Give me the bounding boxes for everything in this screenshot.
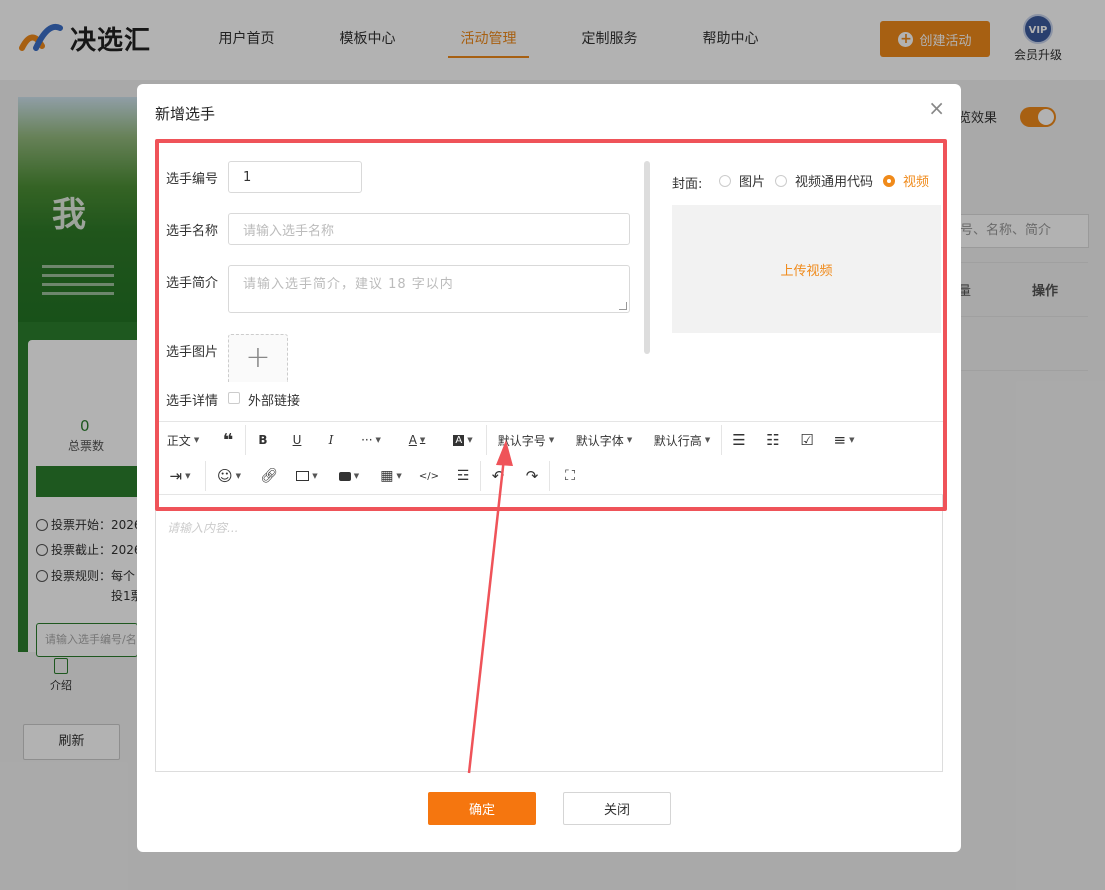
radio-icon	[719, 174, 731, 187]
todo-checkbox-icon[interactable]: ☑	[790, 422, 824, 458]
player-name-label: 选手名称	[166, 224, 219, 239]
cover-option-image[interactable]: 图片	[719, 171, 765, 190]
line-height-label: 默认行高	[653, 433, 702, 448]
font-size-dropdown[interactable]: 默认字号 ▼	[487, 422, 565, 458]
rich-text-editor[interactable]: 请输入内容...	[155, 495, 943, 772]
background-color-icon[interactable]: A ▼	[440, 422, 486, 458]
underline-icon[interactable]: U	[280, 422, 314, 458]
font-family-label: 默认字体	[575, 433, 624, 448]
toolbar-row-1: 正文 ▼ ❝ B U I ··· ▼ A ▼ A ▼ 默认字号 ▼ 默认字体 ▼ 默认行高 ▼…	[155, 422, 864, 458]
numbered-list-icon[interactable]: ☷	[756, 422, 790, 458]
player-intro-textarea[interactable]: 请输入选手简介，建议 18 字以内	[228, 265, 630, 313]
emoji-icon[interactable]: ☺ ▼	[206, 458, 252, 494]
radio-icon	[775, 174, 788, 187]
code-icon[interactable]: </>	[412, 458, 446, 494]
external-link-label[interactable]: 外部链接	[248, 390, 300, 409]
modal-title: 新增选手	[155, 105, 216, 123]
cover-radio-group: 图片 视频通用代码 视频	[719, 171, 939, 190]
editor-placeholder: 请输入内容...	[167, 521, 239, 535]
bullet-list-icon[interactable]: ☰	[722, 422, 756, 458]
cover-label: 封面:	[672, 177, 703, 192]
cover-option-embed-code-label: 视频通用代码	[795, 175, 874, 190]
align-icon[interactable]: ≡ ▼	[824, 422, 864, 458]
editor-toolbar: 正文 ▼ ❝ B U I ··· ▼ A ▼ A ▼ 默认字号 ▼ 默认字体 ▼ 默认行高 ▼…	[155, 421, 943, 495]
link-icon[interactable]: 🔗︎	[252, 458, 286, 494]
paragraph-format-label: 正文	[166, 433, 191, 448]
confirm-button[interactable]: 确定	[428, 792, 536, 825]
divider-line-icon[interactable]: ☲	[446, 458, 480, 494]
close-icon[interactable]: ×	[928, 98, 945, 118]
quote-icon[interactable]: ❝	[211, 422, 245, 458]
player-number-input[interactable]: 1	[228, 161, 362, 193]
close-button[interactable]: 关闭	[563, 792, 671, 825]
indent-icon[interactable]: ⇥ ▼	[155, 458, 205, 494]
player-image-label: 选手图片	[166, 345, 219, 360]
video-icon[interactable]: ▼	[328, 458, 370, 494]
font-family-dropdown[interactable]: 默认字体 ▼	[565, 422, 643, 458]
image-upload-plus-icon[interactable]: +	[228, 334, 288, 382]
redo-icon[interactable]: ↷	[515, 458, 549, 494]
player-intro-label: 选手简介	[166, 276, 219, 291]
image-icon[interactable]: ▼	[286, 458, 328, 494]
radio-checked-icon	[883, 174, 896, 187]
player-name-input[interactable]: 请输入选手名称	[228, 213, 630, 245]
cover-option-video-label: 视频	[903, 175, 930, 190]
resize-handle[interactable]	[619, 302, 627, 310]
upload-video-label: 上传视频	[780, 263, 833, 279]
toolbar-row-2: ⇥ ▼ ☺ ▼ 🔗︎ ▼ ▼ ▦ ▼ </> ☲ ↶ ↷ ⛶	[155, 458, 590, 494]
player-detail-label: 选手详情	[166, 394, 219, 409]
external-link-checkbox[interactable]	[228, 392, 240, 404]
cover-option-embed-code[interactable]: 视频通用代码	[775, 171, 873, 190]
undo-icon[interactable]: ↶	[481, 458, 515, 494]
font-color-icon[interactable]: A ▼	[394, 422, 440, 458]
paragraph-format-dropdown[interactable]: 正文 ▼	[155, 422, 211, 458]
line-height-dropdown[interactable]: 默认行高 ▼	[643, 422, 721, 458]
table-icon[interactable]: ▦ ▼	[370, 458, 412, 494]
font-size-label: 默认字号	[497, 433, 546, 448]
player-number-label: 选手编号	[166, 172, 219, 187]
cover-option-image-label: 图片	[739, 175, 766, 190]
bold-icon[interactable]: B	[246, 422, 280, 458]
add-player-modal: 新增选手 × 选手编号 1 选手名称 请输入选手名称 选手简介 请输入选手简介，…	[137, 84, 961, 852]
player-intro-placeholder: 请输入选手简介，建议 18 字以内	[243, 277, 454, 292]
italic-icon[interactable]: I	[314, 422, 348, 458]
fullscreen-icon[interactable]: ⛶	[550, 458, 590, 494]
upload-video-area[interactable]: 上传视频	[672, 205, 941, 333]
form-scrollbar[interactable]	[644, 161, 650, 354]
cover-option-video[interactable]: 视频	[883, 171, 929, 190]
more-styles-icon[interactable]: ··· ▼	[348, 422, 394, 458]
